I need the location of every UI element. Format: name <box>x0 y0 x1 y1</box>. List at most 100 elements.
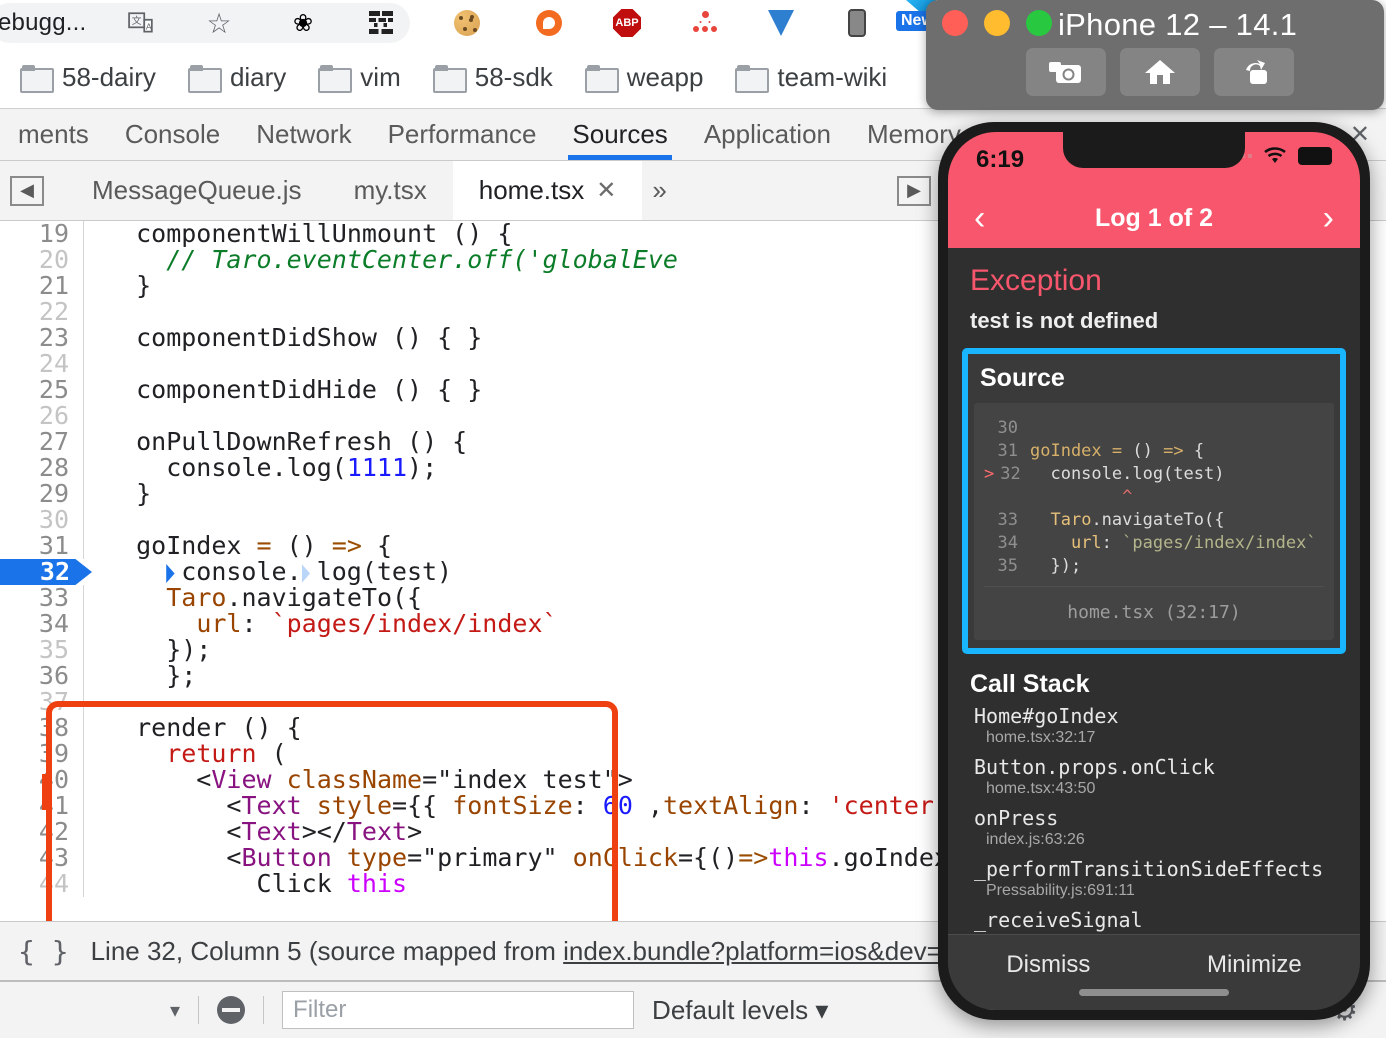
flower-extension-icon[interactable]: ❀ <box>284 4 322 42</box>
bookmark-team-wiki[interactable]: team-wiki <box>721 62 901 93</box>
tab-network[interactable]: Network <box>238 109 369 160</box>
call-stack-frame[interactable]: onPress index.js:63:26 <box>974 807 1342 849</box>
line-number[interactable]: 19 <box>0 221 84 247</box>
orange-extension-icon[interactable] <box>530 4 568 42</box>
bookmark-58-dairy[interactable]: 58-dairy <box>6 62 170 93</box>
tab-application[interactable]: Application <box>686 109 849 160</box>
prev-log-button[interactable]: ‹ <box>974 201 985 235</box>
source-preview-line-text: Taro.navigateTo({ <box>1050 510 1225 530</box>
call-stack-function: onPress <box>974 806 1059 830</box>
pin-extension-icon[interactable] <box>762 4 800 42</box>
folder-icon <box>318 65 353 93</box>
call-stack-frame[interactable]: Button.props.onClick home.tsx:43:50 <box>974 756 1342 798</box>
file-tab-label: my.tsx <box>353 175 427 205</box>
line-number[interactable]: 24 <box>0 351 84 377</box>
tab-console[interactable]: Console <box>107 109 238 160</box>
source-preview-line: 31 goIndex = () => { <box>984 440 1324 463</box>
tab-label: Sources <box>572 119 668 149</box>
line-number[interactable]: 29 <box>0 481 84 507</box>
line-number[interactable]: 28 <box>0 455 84 481</box>
line-number[interactable]: 38 <box>0 715 84 741</box>
bookmark-weapp[interactable]: weapp <box>571 62 718 93</box>
line-number[interactable]: 34 <box>0 611 84 637</box>
line-number[interactable]: 35 <box>0 637 84 663</box>
close-window-button[interactable] <box>942 10 968 36</box>
qr-code-icon[interactable] <box>362 4 400 42</box>
line-number[interactable]: 25 <box>0 377 84 403</box>
line-number[interactable]: 31 <box>0 533 84 559</box>
bookmark-58-sdk[interactable]: 58-sdk <box>419 62 567 93</box>
close-icon[interactable]: ✕ <box>596 176 616 205</box>
next-log-button[interactable]: › <box>1323 201 1334 235</box>
line-number[interactable]: 33 <box>0 585 84 611</box>
file-tab-my-tsx[interactable]: my.tsx <box>328 161 453 220</box>
line-number[interactable]: 20 <box>0 247 84 273</box>
line-number[interactable]: 27 <box>0 429 84 455</box>
minimize-button[interactable]: Minimize <box>1207 951 1302 979</box>
chevron-down-icon[interactable]: ▾ <box>170 998 180 1023</box>
file-tab-label: MessageQueue.js <box>92 175 302 205</box>
home-button[interactable] <box>1120 48 1200 96</box>
log-levels-dropdown[interactable]: Default levels ▾ <box>652 995 828 1026</box>
bookmark-diary[interactable]: diary <box>174 62 300 93</box>
cursor-position-text: Line 32, Column 5 (source mapped from in… <box>91 936 1004 967</box>
folder-icon <box>735 65 770 93</box>
console-filter-input[interactable]: Filter <box>282 991 635 1029</box>
pretty-print-icon[interactable]: { } <box>18 935 69 968</box>
clear-console-icon[interactable] <box>217 996 246 1024</box>
line-number[interactable]: 39 <box>0 741 84 767</box>
maximize-window-button[interactable] <box>1026 10 1052 36</box>
home-icon <box>1145 60 1175 84</box>
file-tab-messagequeue[interactable]: MessageQueue.js <box>66 161 328 220</box>
redbox-bottom-bar: Dismiss Minimize <box>948 934 1360 1010</box>
source-preview-line: 30 <box>984 417 1324 440</box>
home-indicator[interactable] <box>1079 989 1229 996</box>
translate-icon[interactable]: 文A <box>122 4 160 42</box>
call-stack-function: _performTransitionSideEffects <box>974 857 1324 881</box>
dismiss-button[interactable]: Dismiss <box>1006 951 1090 979</box>
screenshot-button[interactable] <box>1026 48 1106 96</box>
call-stack-frame[interactable]: _performTransitionSideEffects Pressabilit… <box>974 858 1342 900</box>
bookmark-vim[interactable]: vim <box>304 62 414 93</box>
source-preview-line: ^ <box>984 486 1324 509</box>
more-tabs-icon[interactable]: » <box>642 175 676 206</box>
line-number[interactable]: 43 <box>0 845 84 871</box>
show-navigator-button[interactable]: ◀ <box>10 175 44 206</box>
error-message: test is not defined <box>970 308 1159 333</box>
bookmark-star-icon[interactable]: ☆ <box>200 4 238 42</box>
call-stack-frame[interactable]: Home#goIndex home.tsx:32:17 <box>974 705 1342 747</box>
sitemap-extension-icon[interactable] <box>686 4 724 42</box>
folder-icon <box>432 65 467 93</box>
line-text: render () { <box>106 713 302 742</box>
line-text: Taro.navigateTo({ <box>166 583 423 612</box>
tab-label: Performance <box>387 119 537 149</box>
notch <box>1063 132 1245 168</box>
line-number[interactable]: 44 <box>0 871 84 897</box>
adblock-plus-icon[interactable]: ABP <box>608 4 646 42</box>
minimize-window-button[interactable] <box>984 10 1010 36</box>
rotate-button[interactable] <box>1214 48 1294 96</box>
line-number[interactable]: 32 <box>0 559 84 585</box>
source-preview-line-text: url: `pages/index/index` <box>1070 533 1317 553</box>
line-number[interactable]: 21 <box>0 273 84 299</box>
line-number[interactable]: 30 <box>0 507 84 533</box>
iphone-screen: 6:19 ‹ Log 1 of 2 › Exception test is no <box>948 132 1360 1010</box>
line-text: goIndex = () => { <box>106 531 392 560</box>
call-stack-location: home.tsx:43:50 <box>986 780 1096 797</box>
line-number[interactable]: 42 <box>0 819 84 845</box>
call-stack-function: _receiveSignal <box>974 908 1143 932</box>
line-number[interactable]: 37 <box>0 689 84 715</box>
source-preview-line: 33 Taro.navigateTo({ <box>984 509 1324 532</box>
tab-sources[interactable]: Sources <box>554 109 685 160</box>
tab-elements[interactable]: ments <box>0 109 107 160</box>
line-number[interactable]: 22 <box>0 299 84 325</box>
line-number[interactable]: 36 <box>0 663 84 689</box>
file-tab-home-tsx[interactable]: home.tsx ✕ <box>452 161 643 220</box>
line-number[interactable]: 26 <box>0 403 84 429</box>
tab-label: ments <box>18 119 89 149</box>
line-number[interactable]: 23 <box>0 325 84 351</box>
cookie-extension-icon[interactable] <box>448 4 486 42</box>
tab-performance[interactable]: Performance <box>370 109 555 160</box>
phone-extension-icon[interactable] <box>838 4 876 42</box>
call-stack-function: Button.props.onClick <box>974 755 1215 779</box>
